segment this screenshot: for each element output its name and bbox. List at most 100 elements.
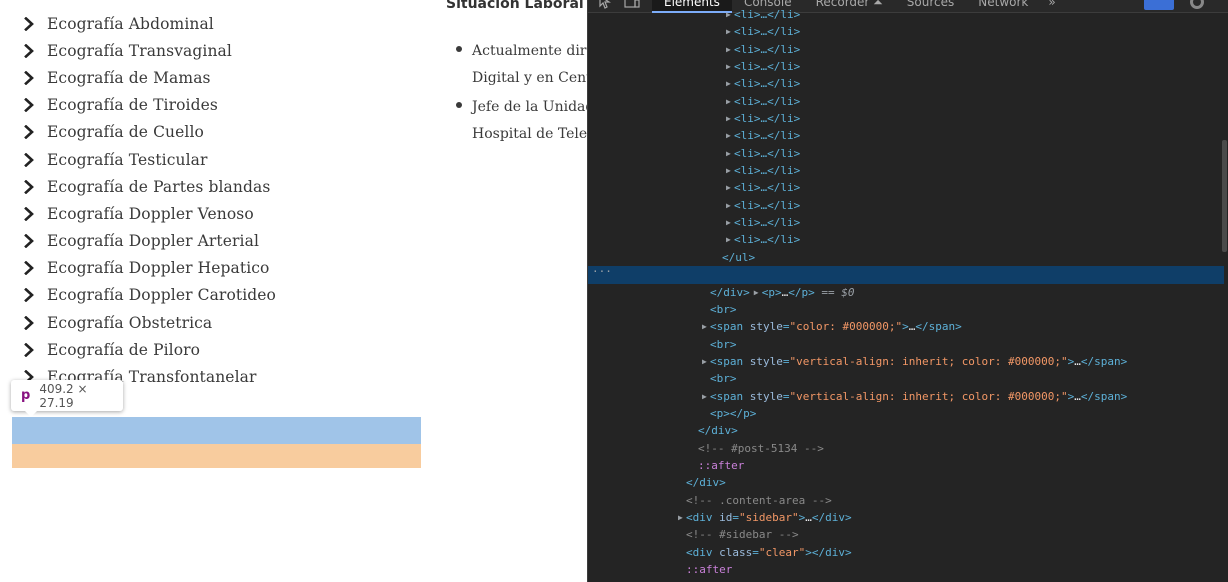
menu-item[interactable]: Ecografía Testicular [22, 146, 276, 173]
dom-node-li[interactable]: ▶ <li>…</li> [588, 162, 1224, 179]
dom-node-li[interactable]: ▶ <li>…</li> [588, 179, 1224, 196]
dom-node-br[interactable]: <br> [588, 336, 1224, 353]
chevron-right-icon [22, 342, 36, 357]
inspect-tooltip: p 409.2 × 27.19 [11, 380, 123, 417]
bullet-line: Actualmente dirig [472, 43, 588, 59]
article-bullet: Jefe de la Unidad Hospital de Teleso [454, 94, 588, 148]
menu-item[interactable]: Ecografía Doppler Venoso [22, 200, 276, 227]
dom-node-li[interactable]: ▶ <li>…</li> [588, 75, 1224, 92]
more-actions-icon[interactable]: ··· [592, 263, 612, 280]
dom-node-span[interactable]: ▶ <span style="vertical-align: inherit; c… [588, 388, 1224, 405]
tag-text: <p></p> [710, 406, 757, 420]
tag-text: <li>…</li> [734, 8, 801, 21]
expand-triangle-icon[interactable]: ▶ [726, 214, 734, 231]
menu-item-label: Ecografía Abdominal [47, 14, 214, 33]
attr-value: sidebar [745, 510, 792, 524]
tag-text: <li>…</li> [734, 233, 801, 247]
comment-text: <!-- #sidebar --> [686, 528, 799, 542]
devtools-panel: Elements Console Recorder ⏶ Sources Netw… [587, 0, 1228, 582]
bullet-line: Hospital de Teleso [472, 126, 588, 142]
expand-triangle-icon[interactable]: ▶ [702, 318, 710, 335]
tag-text: <li>…</li> [734, 164, 801, 178]
dom-node-li[interactable]: ▶ <li>…</li> [588, 23, 1224, 40]
dom-node-p-selected[interactable]: ··· ▶ <p>…</p> == $0 [588, 263, 1224, 299]
expand-triangle-icon[interactable]: ▶ [726, 179, 734, 196]
dom-node-li[interactable]: ▶ <li>…</li> [588, 110, 1224, 127]
menu-item[interactable]: Ecografía Doppler Arterial [22, 228, 276, 255]
expand-triangle-icon[interactable]: ▶ [726, 93, 734, 110]
expand-triangle-icon[interactable]: ▶ [726, 197, 734, 214]
dom-node-div-close[interactable]: </div> [588, 422, 1224, 439]
chevron-right-icon [22, 43, 36, 58]
tag-text: </div> [710, 285, 750, 299]
tag-text: </ul> [722, 250, 756, 264]
dom-node-div-sidebar[interactable]: ▶ <div id="sidebar">…</div> [588, 509, 1224, 526]
dom-node-ul-close[interactable]: </ul> [588, 249, 1224, 266]
chevron-right-icon [22, 152, 36, 167]
menu-item[interactable]: Ecografía Abdominal [22, 10, 276, 37]
dom-pseudo-after[interactable]: ::after [588, 457, 1224, 474]
dom-pseudo-after[interactable]: ::after [588, 561, 1224, 578]
dom-node-li[interactable]: ▶ <li>…</li> [588, 197, 1224, 214]
pseudo-text: ::after [686, 563, 733, 576]
dom-comment[interactable]: <!-- .content-area --> [588, 492, 1224, 509]
expand-triangle-icon[interactable]: ▶ [726, 75, 734, 92]
dom-node-li[interactable]: ▶ <li>…</li> [588, 127, 1224, 144]
expand-triangle-icon[interactable]: ▶ [726, 127, 734, 144]
dom-node-span[interactable]: ▶ <span style="color: #000000;">…</span> [588, 318, 1224, 335]
dom-node-li[interactable]: ▶ <li>…</li> [588, 93, 1224, 110]
dom-node-li[interactable]: ▶ <li>…</li> [588, 6, 1224, 23]
expand-triangle-icon[interactable]: ▶ [726, 58, 734, 75]
attr-value: clear [765, 545, 799, 559]
bullet-line: Digital y en Centr [472, 70, 588, 86]
dom-node-br[interactable]: <br> [588, 370, 1224, 387]
dom-node-div-close[interactable]: </div> [588, 284, 1224, 301]
tag-text: <br> [710, 302, 737, 316]
chevron-right-icon [22, 70, 36, 85]
chevron-right-icon [22, 261, 36, 276]
menu-item[interactable]: Ecografía de Cuello [22, 119, 276, 146]
chevron-right-icon [22, 98, 36, 113]
dom-node-p-empty[interactable]: <p></p> [588, 405, 1224, 422]
dom-node-li[interactable]: ▶ <li>…</li> [588, 214, 1224, 231]
dom-comment[interactable]: <!-- #sidebar --> [588, 526, 1224, 543]
dom-node-li[interactable]: ▶ <li>…</li> [588, 58, 1224, 75]
menu-item[interactable]: Ecografía Doppler Hepatico [22, 255, 276, 282]
tag-text: <li>…</li> [734, 94, 801, 108]
menu-item[interactable]: Ecografía de Tiroides [22, 92, 276, 119]
scrollbar-thumb[interactable] [1222, 140, 1227, 252]
menu-item-label: Ecografía Transvaginal [47, 41, 232, 60]
dom-comment[interactable]: <!-- #post-5134 --> [588, 440, 1224, 457]
expand-triangle-icon[interactable]: ▶ [726, 6, 734, 23]
menu-item[interactable]: Ecografía de Mamas [22, 64, 276, 91]
expand-triangle-icon[interactable]: ▶ [726, 41, 734, 58]
expand-triangle-icon[interactable]: ▶ [726, 231, 734, 248]
tag-text: <li>…</li> [734, 25, 801, 39]
menu-item-label: Ecografía Doppler Venoso [47, 204, 254, 223]
dom-node-li[interactable]: ▶ <li>…</li> [588, 41, 1224, 58]
menu-item[interactable]: Ecografía Obstetrica [22, 309, 276, 336]
expand-triangle-icon[interactable]: ▶ [726, 23, 734, 40]
expand-triangle-icon[interactable]: ▶ [678, 509, 686, 526]
expand-triangle-icon[interactable]: ▶ [726, 145, 734, 162]
menu-item[interactable]: Ecografía de Partes blandas [22, 173, 276, 200]
dom-node-li[interactable]: ▶ <li>…</li> [588, 145, 1224, 162]
menu-item[interactable]: Ecografía Transvaginal [22, 37, 276, 64]
chevron-right-icon [22, 179, 36, 194]
dom-node-li[interactable]: ▶ <li>…</li> [588, 231, 1224, 248]
expand-triangle-icon[interactable]: ▶ [702, 388, 710, 405]
menu-item-label: Ecografía Testicular [47, 150, 208, 169]
menu-item[interactable]: Ecografía Doppler Carotideo [22, 282, 276, 309]
dom-node-span[interactable]: ▶ <span style="vertical-align: inherit; c… [588, 353, 1224, 370]
tag-text: <li>…</li> [734, 60, 801, 74]
comment-text: <!-- #post-5134 --> [698, 441, 824, 455]
expand-triangle-icon[interactable]: ▶ [726, 162, 734, 179]
menu-item[interactable]: Ecografía de Piloro [22, 336, 276, 363]
comment-text: <!-- .content-area --> [686, 493, 832, 507]
expand-triangle-icon[interactable]: ▶ [702, 353, 710, 370]
tag-text: <br> [710, 372, 737, 386]
expand-triangle-icon[interactable]: ▶ [726, 110, 734, 127]
dom-node-div-clear[interactable]: <div class="clear"></div> [588, 544, 1224, 561]
dom-node-br[interactable]: <br> [588, 301, 1224, 318]
dom-node-div-close[interactable]: </div> [588, 474, 1224, 491]
